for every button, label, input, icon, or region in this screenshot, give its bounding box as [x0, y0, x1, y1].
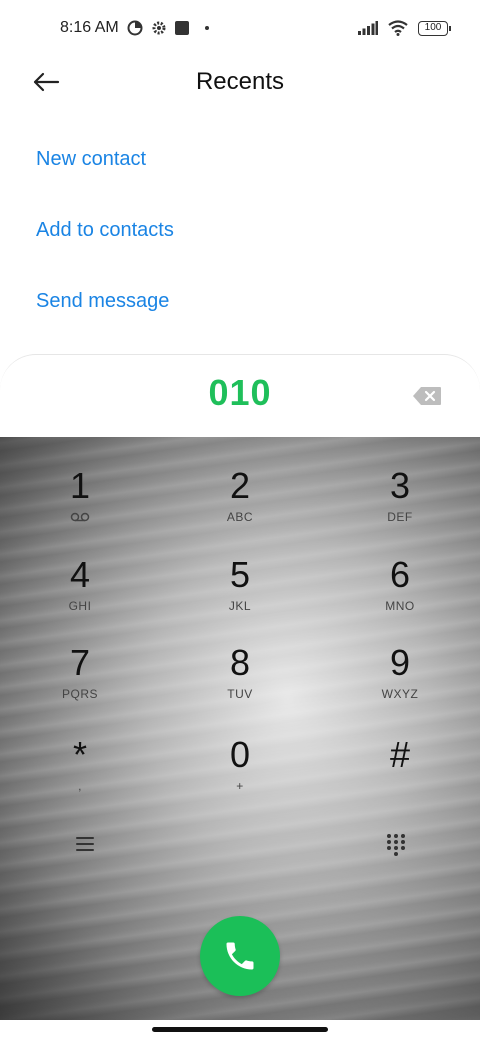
key-letters: MNO	[385, 599, 415, 613]
key-letters: DEF	[387, 510, 413, 524]
status-right: 100	[358, 20, 451, 36]
back-button[interactable]	[30, 66, 62, 98]
key-5[interactable]: 5 JKL	[180, 555, 300, 635]
key-digit: 4	[69, 554, 91, 595]
key-digit: 0	[229, 734, 251, 775]
dialpad-toggle-button[interactable]	[384, 832, 408, 856]
key-letters: WXYZ	[381, 687, 419, 701]
status-bar: 8:16 AM 100	[0, 0, 480, 56]
key-digit: 3	[389, 465, 411, 506]
key-letters: ,	[78, 779, 82, 793]
key-letters: TUV	[227, 687, 253, 701]
backspace-icon	[413, 387, 441, 405]
key-7[interactable]: 7 PQRS	[20, 643, 140, 723]
key-digit: 8	[229, 642, 251, 683]
status-left: 8:16 AM	[60, 19, 209, 37]
add-to-contacts-link[interactable]: Add to contacts	[36, 219, 174, 242]
battery-level: 100	[424, 22, 442, 33]
key-9[interactable]: 9 WXYZ	[340, 643, 460, 723]
key-digit: 7	[69, 642, 91, 683]
dialed-number: 010	[208, 372, 272, 413]
phone-icon	[226, 942, 254, 970]
key-digit: *	[72, 734, 87, 775]
status-time: 8:16 AM	[60, 19, 119, 36]
key-4[interactable]: 4 GHI	[20, 555, 140, 635]
key-star[interactable]: * ,	[20, 735, 140, 815]
more-notifications-icon	[204, 26, 209, 30]
key-3[interactable]: 3 DEF	[340, 466, 460, 546]
settings-gear-icon	[152, 21, 166, 35]
home-indicator[interactable]	[152, 1027, 328, 1032]
notification-app-icon	[174, 21, 189, 35]
new-contact-link[interactable]: New contact	[36, 148, 146, 171]
key-digit: 9	[389, 642, 411, 683]
key-1[interactable]: 1	[20, 466, 140, 546]
key-digit: 2	[229, 465, 251, 506]
key-6[interactable]: 6 MNO	[340, 555, 460, 635]
backspace-button[interactable]	[412, 386, 442, 406]
key-8[interactable]: 8 TUV	[180, 643, 300, 723]
signal-icon	[358, 21, 378, 35]
data-saver-icon	[127, 20, 143, 36]
header: Recents	[0, 56, 480, 108]
wifi-icon	[388, 20, 408, 36]
key-hash[interactable]: #	[340, 735, 460, 815]
key-letters: JKL	[228, 599, 252, 613]
menu-icon	[76, 837, 94, 851]
key-letters: ABC	[226, 510, 254, 524]
send-message-link[interactable]: Send message	[36, 290, 169, 313]
menu-button[interactable]	[73, 832, 97, 856]
page-title: Recents	[195, 68, 285, 95]
key-digit: 6	[389, 554, 411, 595]
dialpad-icon	[387, 834, 405, 856]
back-arrow-icon	[33, 72, 60, 92]
key-digit: 5	[229, 554, 251, 595]
key-2[interactable]: 2 ABC	[180, 466, 300, 546]
key-letters: +	[236, 779, 244, 793]
key-letters: GHI	[68, 599, 92, 613]
voicemail-icon	[70, 512, 90, 522]
battery-icon: 100	[418, 20, 451, 36]
key-0[interactable]: 0 +	[180, 735, 300, 815]
key-letters: PQRS	[61, 687, 98, 701]
key-digit: 1	[69, 465, 91, 506]
call-button[interactable]	[200, 916, 280, 996]
key-digit: #	[389, 734, 411, 775]
